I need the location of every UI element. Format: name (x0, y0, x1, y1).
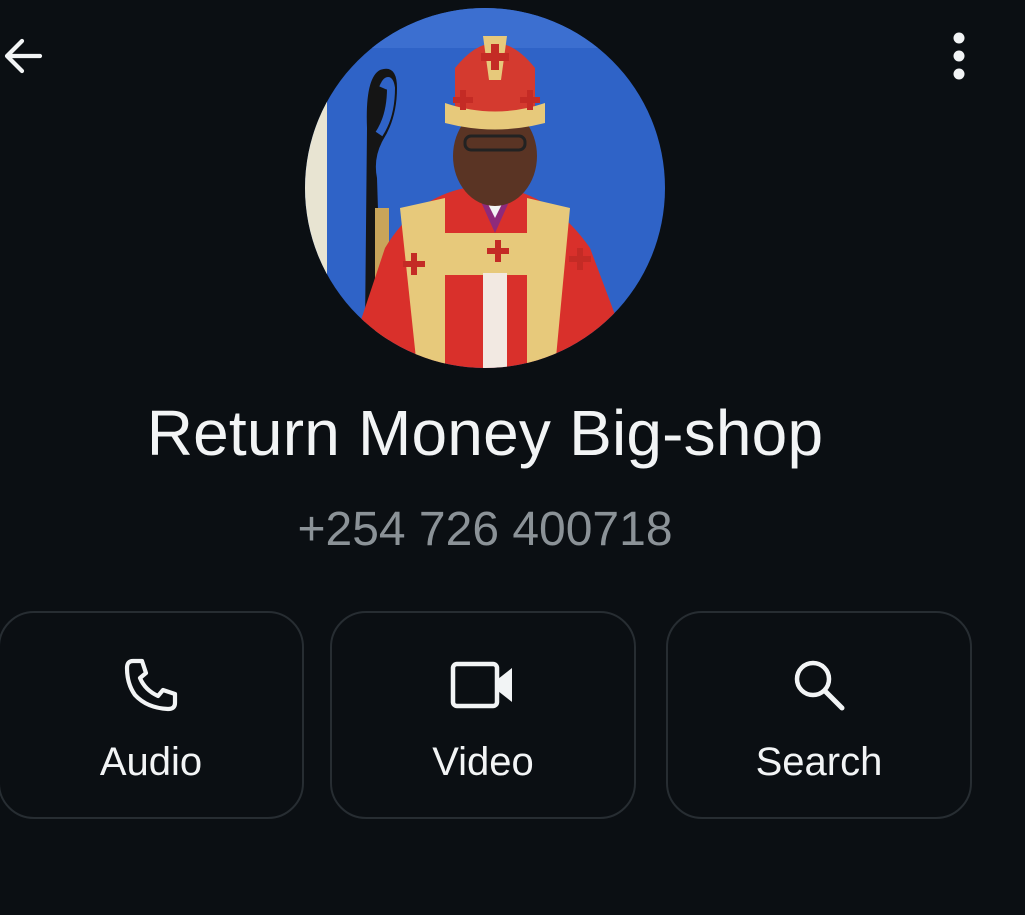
search-label: Search (755, 740, 883, 784)
search-button[interactable]: Search (666, 611, 972, 819)
back-button[interactable] (0, 28, 50, 84)
contact-name: Return Money Big-shop (146, 397, 824, 469)
audio-label: Audio (99, 740, 203, 784)
audio-call-button[interactable]: Audio (0, 611, 304, 819)
contact-info-screen: Return Money Big-shop +254 726 400718 Au… (0, 0, 1025, 915)
avatar[interactable] (305, 8, 665, 368)
video-call-button[interactable]: Video (330, 611, 636, 819)
video-label: Video (432, 740, 534, 784)
more-options-button[interactable] (935, 28, 983, 84)
search-icon (794, 660, 845, 711)
more-vertical-icon (953, 32, 965, 80)
profile-photo (305, 8, 665, 368)
video-camera-icon (450, 661, 512, 709)
arrow-left-icon (4, 38, 43, 74)
phone-icon (124, 658, 178, 712)
contact-phone-number: +254 726 400718 (297, 503, 673, 556)
